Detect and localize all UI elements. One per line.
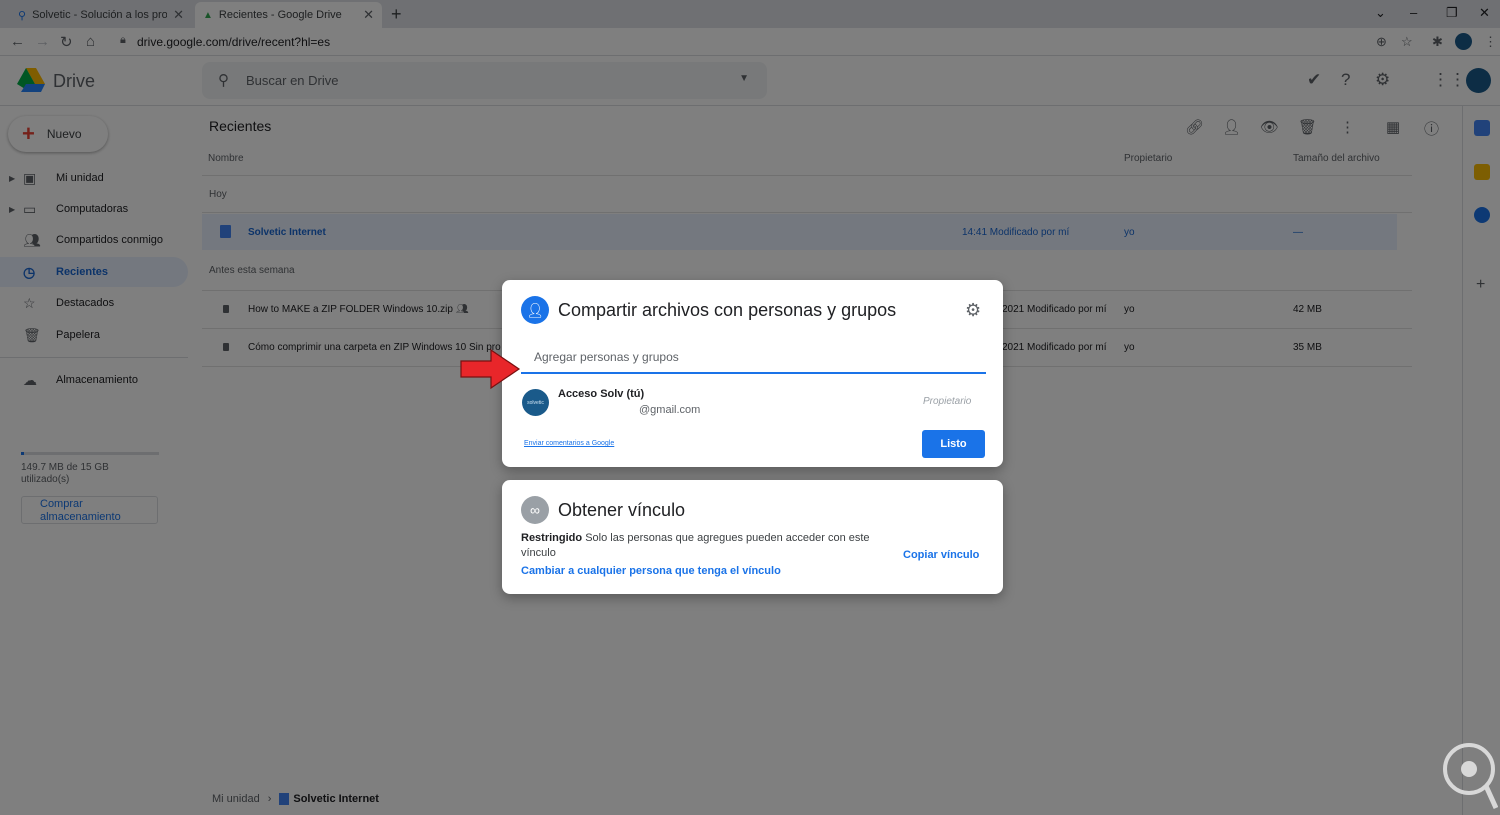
copy-link-button[interactable]: Copiar vínculo [903,549,979,561]
add-person-icon: 👤︎ [521,296,549,324]
link-icon: ∞ [521,496,549,524]
person-email: @gmail.com [639,404,701,416]
share-dialog: 👤︎ Compartir archivos con personas y gru… [502,280,1003,467]
annotation-arrow-icon [460,348,521,390]
done-button[interactable]: Listo [922,430,985,458]
restriction-label[interactable]: Restringido [521,532,582,544]
avatar-text: solvetic [527,399,544,406]
link-access-description: Restringido Solo las personas que agregu… [521,531,881,561]
share-dialog-title: Compartir archivos con personas y grupos [558,300,897,320]
add-people-input[interactable] [521,342,986,374]
send-feedback-link[interactable]: Enviar comentarios a Google [524,440,614,447]
change-access-link[interactable]: Cambiar a cualquier persona que tenga el… [521,565,781,577]
get-link-dialog: ∞ Obtener vínculo Restringido Solo las p… [502,480,1003,594]
person-role: Propietario [923,396,972,407]
person-avatar: solvetic [522,389,549,416]
settings-gear-icon[interactable]: ⚙︎ [965,300,981,321]
solvetic-watermark-logo [1443,743,1498,810]
person-name: Acceso Solv (tú) [558,388,645,400]
link-dialog-title: Obtener vínculo [558,500,686,520]
